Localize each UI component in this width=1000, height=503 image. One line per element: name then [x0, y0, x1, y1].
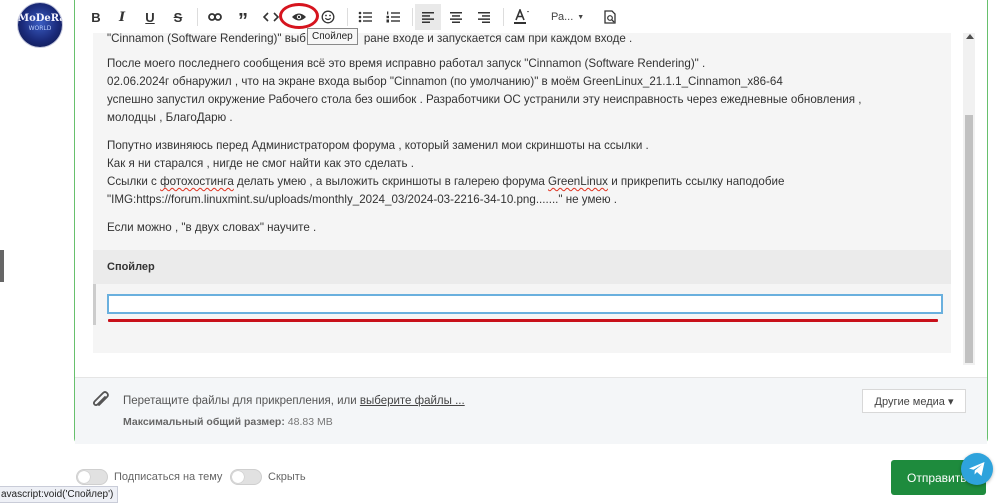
spoiler-button[interactable] [286, 4, 312, 30]
post-line: Как я ни старался , нигде не смог найти … [107, 157, 414, 170]
code-button[interactable] [258, 4, 284, 30]
eye-icon [292, 13, 306, 21]
attachments-bar: Перетащите файлы для прикрепления, или в… [75, 377, 987, 444]
choose-files-link[interactable]: выберите файлы ... [360, 395, 465, 407]
post-line: Если можно , "в двух словах" научите . [107, 221, 317, 234]
underline-button[interactable]: U [137, 4, 163, 30]
post-line: молодцы , БлагоДарю . [107, 111, 233, 124]
spoiler-content-input[interactable] [107, 294, 943, 314]
toolbar-divider [412, 8, 413, 26]
left-edge-handle[interactable] [0, 250, 4, 282]
user-avatar[interactable]: MoDeRa WORLD [18, 3, 62, 47]
numbered-list-icon [386, 11, 400, 23]
bullet-list-button[interactable] [352, 4, 378, 30]
text-color-icon [514, 9, 529, 24]
emoji-button[interactable] [315, 4, 341, 30]
code-icon [263, 12, 279, 22]
font-select-label: Ра... [551, 11, 574, 23]
hide-toggle[interactable] [230, 469, 262, 485]
drop-files-text: Перетащите файлы для прикрепления, или в… [123, 395, 465, 407]
misspelled-word: фотохостинга [160, 175, 234, 188]
align-left-icon [422, 11, 434, 23]
toolbar-divider [347, 8, 348, 26]
italic-button[interactable]: I [109, 4, 135, 30]
text-color-button[interactable] [507, 4, 537, 30]
scrollbar-thumb[interactable] [965, 115, 973, 363]
post-line: успешно запустил окружение Рабочего стол… [107, 93, 862, 106]
post-line: Попутно извиняюсь перед Администратором … [107, 139, 649, 152]
hide-label: Скрыть [268, 471, 306, 483]
align-center-button[interactable] [443, 4, 469, 30]
numbered-list-button[interactable] [380, 4, 406, 30]
toolbar-divider [503, 8, 504, 26]
align-right-icon [478, 11, 490, 23]
subscribe-toggle[interactable] [76, 469, 108, 485]
spoiler-title: Спойлер [107, 261, 155, 273]
smiley-icon [321, 10, 335, 24]
align-right-button[interactable] [471, 4, 497, 30]
link-icon [208, 13, 222, 21]
status-bar-url: avascript:void('Спойлер') [0, 486, 119, 503]
max-size-text: Максимальный общий размер: 48.83 MB [123, 416, 333, 428]
link-button[interactable] [202, 4, 228, 30]
avatar-logo-subtext: WORLD [28, 25, 52, 32]
telegram-icon [969, 462, 985, 476]
font-select[interactable]: Ра... ▼ [547, 4, 593, 30]
post-editor: B I U S ” Ра... ▼ "Cinnamon (Software Re… [74, 0, 988, 444]
spoiler-tooltip: Спойлер [307, 28, 358, 45]
editor-toolbar: B I U S ” Ра... ▼ [75, 0, 987, 33]
caret-down-icon: ▼ [577, 13, 585, 21]
post-line: "IMG:https://forum.linuxmint.su/uploads/… [107, 193, 618, 206]
scroll-up-arrow-icon[interactable] [966, 34, 974, 39]
quote-button[interactable]: ” [230, 4, 256, 31]
red-underline-annotation [108, 319, 938, 322]
avatar-logo-text: MoDeRa [18, 13, 62, 24]
subscribe-label: Подписаться на тему [114, 471, 223, 483]
align-left-button[interactable] [415, 4, 441, 30]
strikethrough-button[interactable]: S [165, 4, 191, 30]
preview-icon [603, 10, 616, 24]
spoiler-header: Спойлер [93, 250, 951, 284]
bullet-list-icon [358, 11, 372, 23]
submit-label: Отправить [907, 470, 967, 485]
misspelled-word: GreenLinux [548, 175, 608, 188]
toolbar-divider [197, 8, 198, 26]
bold-button[interactable]: B [83, 4, 109, 30]
post-line: Ссылки с фотохостинга делать умею , а вы… [107, 175, 785, 188]
other-media-button[interactable]: Другие медиа ▾ [862, 389, 966, 413]
preview-button[interactable] [597, 4, 623, 30]
post-line: 02.06.2024г обнаружил , что на экране вх… [107, 75, 783, 88]
paperclip-icon [91, 390, 111, 418]
telegram-button[interactable] [961, 453, 993, 485]
post-line: "Cinnamon (Software Rendering)" выб ране … [107, 33, 633, 45]
align-center-icon [450, 11, 462, 23]
post-line: После моего последнего сообщения всё это… [107, 57, 706, 70]
